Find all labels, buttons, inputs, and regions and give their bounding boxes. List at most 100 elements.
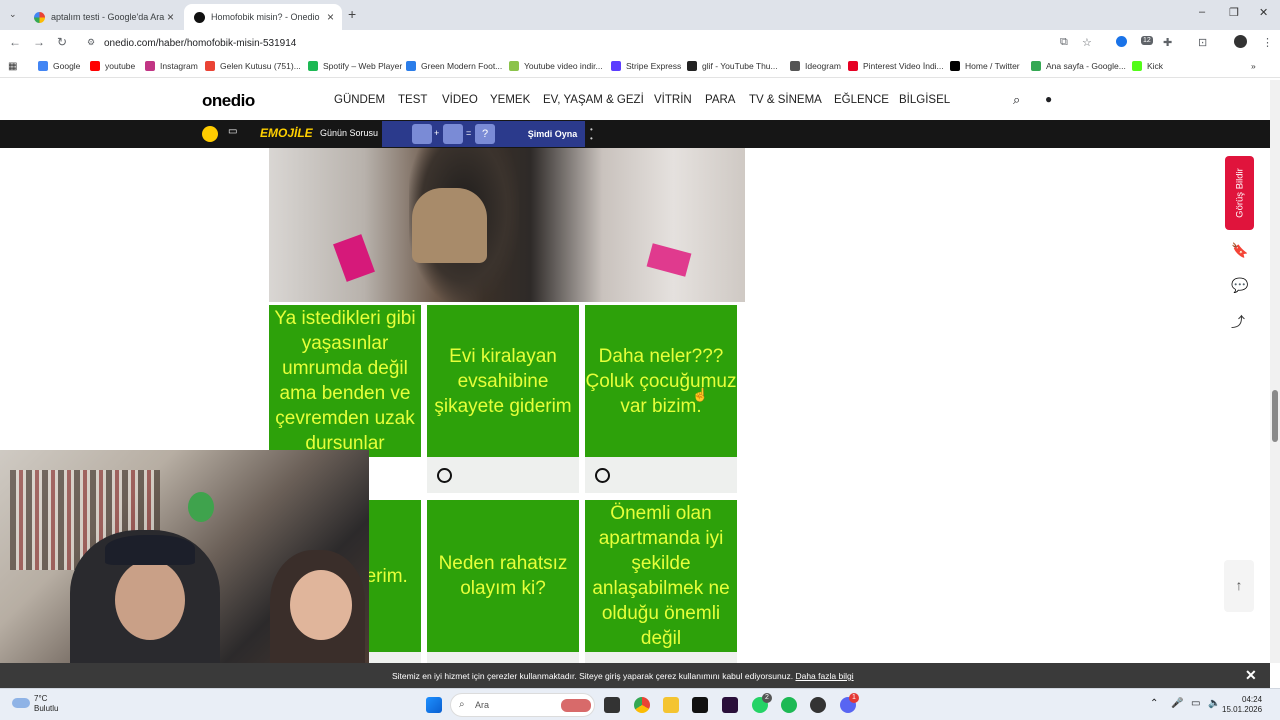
bookmark-favicon-icon [687, 61, 697, 71]
bookmark-item[interactable]: Stripe Express [611, 61, 681, 71]
cookie-banner: Sitemiz en iyi hizmet için çerezler kull… [0, 663, 1270, 688]
bookmark-item[interactable]: Green Modern Foot... [406, 61, 502, 71]
cookie-more-link[interactable]: Daha fazla bilgi [795, 671, 853, 681]
screenshot-icon[interactable]: ⊡ [1198, 36, 1207, 49]
answer-footer[interactable] [427, 652, 579, 663]
capcut-icon[interactable] [692, 697, 708, 713]
nav-item[interactable]: BİLGİSEL [899, 94, 950, 106]
network-icon[interactable]: ▭ [1191, 698, 1200, 709]
clock-time: 04:24 [1242, 695, 1263, 704]
nav-item[interactable]: YEMEK [490, 94, 530, 106]
taskbar-search[interactable]: ⌕ Ara [450, 693, 595, 717]
address-bar[interactable]: ⚙ onedio.com/haber/homofobik-misin-53191… [80, 32, 1100, 54]
nav-item[interactable]: EĞLENCE [834, 94, 889, 106]
radio-circle-icon[interactable] [595, 468, 610, 483]
share-icon[interactable]: ⤴ [1231, 312, 1245, 332]
nav-item[interactable]: VİDEO [442, 94, 478, 106]
answer-text: Evi kiralayan evsahibine şikayete gideri… [434, 345, 572, 417]
spotify-icon[interactable] [781, 697, 797, 713]
extension-badge[interactable]: 12 [1141, 36, 1153, 45]
user-icon[interactable]: ● [1045, 92, 1052, 106]
nav-item[interactable]: EV, YAŞAM & GEZİ [543, 94, 644, 106]
menu-kebab-icon[interactable]: ⋮ [1262, 36, 1273, 49]
bookmark-item[interactable]: Instagram [145, 61, 198, 71]
bookmark-item[interactable]: Spotify – Web Player [308, 61, 402, 71]
tab-search-dropdown-icon[interactable]: ⌄ [9, 9, 17, 20]
bookmark-item[interactable]: Pinterest Video İndi... [848, 61, 944, 71]
nav-item[interactable]: TV & SİNEMA [749, 94, 822, 106]
bookmarks-overflow-icon[interactable]: » [1251, 61, 1256, 71]
weather-widget[interactable]: 7°C Bulutlu [34, 694, 58, 714]
answer-footer[interactable] [585, 457, 737, 493]
feedback-button[interactable]: Görüş Bildir [1225, 156, 1254, 230]
restore-icon[interactable]: ❐ [1229, 6, 1239, 19]
microphone-icon[interactable]: 🎤 [1171, 698, 1183, 709]
answer-footer[interactable] [585, 652, 737, 663]
volume-icon[interactable]: 🔈 [1208, 698, 1220, 709]
extensions-puzzle-icon[interactable]: ✚ [1163, 36, 1172, 49]
answer-option-3[interactable]: Daha neler??? Çoluk çocuğumuz var bizim. [585, 305, 737, 457]
bookmark-add-icon[interactable]: 🔖 [1231, 242, 1248, 259]
tray-chevron-icon[interactable]: ⌃ [1150, 698, 1158, 709]
bookmark-item[interactable]: Ana sayfa - Google... [1031, 61, 1126, 71]
scrollbar-thumb[interactable] [1272, 390, 1278, 442]
profile-avatar-icon[interactable] [1234, 35, 1247, 48]
answer-option-6[interactable]: Önemli olan apartmanda iyi şekilde anlaş… [585, 500, 737, 652]
answer-option-1[interactable]: Ya istedikleri gibi yaşasınlar umrumda d… [269, 305, 421, 457]
bookmark-item[interactable]: glif - YouTube Thu... [687, 61, 778, 71]
nav-item[interactable]: GÜNDEM [334, 94, 385, 106]
bookmark-label: Google [53, 61, 81, 71]
onedio-logo[interactable]: onedio [202, 91, 255, 111]
tab-google-search[interactable]: aptalım testi - Google'da Ara × [24, 4, 182, 30]
chrome-icon[interactable] [634, 697, 650, 713]
bookmark-item[interactable]: Home / Twitter [950, 61, 1020, 71]
windows-start-icon[interactable] [426, 697, 442, 713]
bookmark-item[interactable]: Ideogram [790, 61, 841, 71]
question-box: ? [475, 124, 495, 144]
scroll-to-top-button[interactable]: ↑ [1224, 560, 1254, 612]
windows-taskbar: 7°C Bulutlu ⌕ Ara 2 1 ⌃ 🎤 ▭ 🔈 04:24 15.0… [0, 688, 1280, 720]
comments-icon[interactable]: 💬 [1231, 277, 1248, 294]
cloud-weather-icon[interactable] [12, 698, 30, 708]
install-app-icon[interactable]: ⧉ [1060, 36, 1068, 49]
apps-grid-icon[interactable]: ▦ [8, 61, 17, 72]
bookmark-item[interactable]: Youtube video indir... [509, 61, 603, 71]
nav-item[interactable]: PARA [705, 94, 735, 106]
nav-item[interactable]: VİTRİN [654, 94, 692, 106]
close-tab-icon[interactable]: × [167, 10, 174, 24]
forward-icon[interactable]: → [33, 35, 45, 49]
reload-icon[interactable]: ↻ [57, 35, 67, 49]
bookmark-label: Ideogram [805, 61, 841, 71]
answer-option-5[interactable]: Neden rahatsız olayım ki? [427, 500, 579, 652]
bookmark-star-icon[interactable]: ☆ [1082, 36, 1092, 49]
premiere-icon[interactable] [722, 697, 738, 713]
bookmark-item[interactable]: Google [38, 61, 80, 71]
bookmark-item[interactable]: youtube [90, 61, 135, 71]
search-icon: ⌕ [459, 699, 465, 710]
extension-icon[interactable] [1116, 36, 1127, 47]
tab-onedio[interactable]: Homofobik misin? - Onedio × [184, 4, 342, 30]
back-icon[interactable]: ← [9, 35, 21, 49]
search-icon[interactable]: ⌕ [1013, 92, 1020, 108]
app-icon[interactable] [810, 697, 826, 713]
minimize-icon[interactable]: – [1199, 6, 1205, 18]
answer-option-2[interactable]: Evi kiralayan evsahibine şikayete gideri… [427, 305, 579, 457]
bookmark-label: Youtube video indir... [524, 61, 603, 71]
bookmark-item[interactable]: Kick [1132, 61, 1163, 71]
answer-footer[interactable] [427, 457, 579, 493]
file-explorer-icon[interactable] [663, 697, 679, 713]
nav-item[interactable]: TEST [398, 94, 427, 106]
site-info-icon[interactable]: ⚙ [87, 37, 95, 48]
close-tab-icon[interactable]: × [327, 10, 334, 24]
bookmark-item[interactable]: Gelen Kutusu (751)... [205, 61, 301, 71]
taskbar-clock[interactable]: 04:24 15.01.2026 [1222, 695, 1262, 715]
radio-circle-icon[interactable] [437, 468, 452, 483]
emoji-puzzle[interactable]: + = ? [382, 121, 520, 147]
new-tab-button[interactable]: + [348, 6, 356, 22]
close-window-icon[interactable]: ✕ [1259, 6, 1268, 19]
task-view-icon[interactable] [604, 697, 620, 713]
cookie-close-icon[interactable]: ✕ [1245, 667, 1257, 684]
carousel-dots[interactable]: • • [590, 125, 593, 143]
play-now-button[interactable]: Şimdi Oyna [520, 121, 585, 147]
page-scrollbar[interactable] [1270, 80, 1280, 663]
